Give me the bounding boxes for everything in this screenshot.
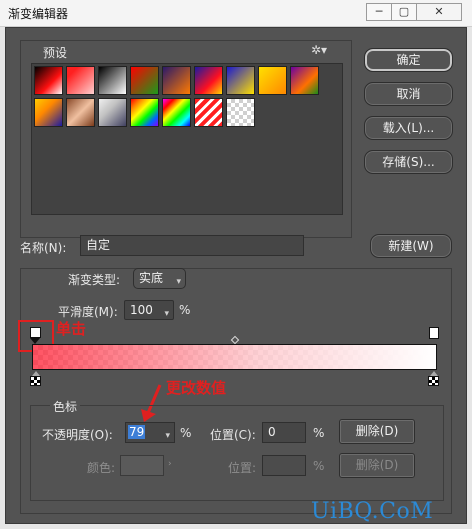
- color-location-unit: %: [313, 459, 325, 473]
- gradient-type-value: 实底: [139, 271, 164, 285]
- preset-swatch[interactable]: [130, 98, 159, 127]
- opacity-label: 不透明度(O):: [42, 428, 113, 442]
- color-location-label: 位置:: [228, 461, 257, 475]
- window-title: 渐变编辑器: [8, 7, 69, 21]
- title-bar: 渐变编辑器 ─ ▢ ✕: [0, 0, 472, 27]
- gradient-fill: [33, 345, 436, 369]
- preset-swatch[interactable]: [130, 66, 159, 95]
- gradient-editor-dialog: 预设 ✲▾ 确定 取消 载入(L)... 存储(S)... 名称(N): 自定 …: [5, 27, 467, 524]
- presets-menu-gear-icon[interactable]: ✲▾: [311, 43, 327, 57]
- presets-group: 预设 ✲▾: [20, 40, 352, 238]
- opacity-stop-right[interactable]: [429, 327, 439, 339]
- color-label: 颜色:: [87, 461, 116, 475]
- preset-swatch[interactable]: [66, 66, 95, 95]
- chevron-down-icon: ▾: [165, 431, 170, 441]
- opacity-unit: %: [180, 426, 192, 440]
- gradient-type-label: 渐变类型:: [68, 273, 121, 287]
- opacity-stop-left[interactable]: [30, 327, 41, 338]
- gradient-type-select[interactable]: 实底 ▾: [133, 268, 186, 289]
- color-location-input[interactable]: [262, 455, 306, 476]
- opacity-input[interactable]: 79 ▾: [125, 422, 175, 443]
- color-stops-label: 色标: [50, 398, 81, 415]
- smoothness-unit: %: [179, 303, 191, 317]
- smoothness-value: 100: [130, 303, 153, 317]
- color-swatch[interactable]: [120, 455, 164, 476]
- chevron-down-icon: ▾: [176, 277, 181, 287]
- maximize-icon[interactable]: ▢: [391, 3, 417, 21]
- annotation-change-value: 更改数值: [166, 379, 227, 397]
- preset-swatch[interactable]: [226, 98, 255, 127]
- watermark-logo: UiBQ.CoM: [311, 499, 434, 524]
- preset-swatch[interactable]: [194, 66, 223, 95]
- annotation-click: 单击: [56, 320, 87, 338]
- name-input[interactable]: 自定: [80, 235, 304, 256]
- preset-swatch[interactable]: [98, 66, 127, 95]
- preset-swatch[interactable]: [34, 66, 63, 95]
- smoothness-input[interactable]: 100 ▾: [124, 300, 174, 320]
- delete-color-stop-button[interactable]: 删除(D): [339, 453, 415, 478]
- location-label: 位置(C):: [210, 428, 256, 442]
- preset-swatch[interactable]: [194, 98, 223, 127]
- color-stop-left[interactable]: [30, 376, 41, 386]
- ok-button[interactable]: 确定: [364, 48, 453, 72]
- preset-swatch[interactable]: [162, 66, 191, 95]
- preset-swatch[interactable]: [66, 98, 95, 127]
- color-stop-right[interactable]: [428, 376, 439, 386]
- presets-swatch-area: [31, 63, 343, 215]
- preset-swatch[interactable]: [98, 98, 127, 127]
- preset-swatch[interactable]: [258, 66, 287, 95]
- close-icon[interactable]: ✕: [416, 3, 462, 21]
- gradient-preview-bar[interactable]: [32, 344, 437, 370]
- name-label: 名称(N):: [20, 241, 67, 255]
- location-unit: %: [313, 426, 325, 440]
- chevron-down-icon: ▾: [164, 309, 169, 319]
- preset-swatch[interactable]: [162, 98, 191, 127]
- save-button[interactable]: 存储(S)...: [364, 150, 453, 174]
- load-button[interactable]: 载入(L)...: [364, 116, 453, 140]
- preset-swatch[interactable]: [290, 66, 319, 95]
- delete-opacity-stop-button[interactable]: 删除(D): [339, 419, 415, 444]
- presets-label: 预设: [43, 46, 68, 60]
- preset-swatch[interactable]: [226, 66, 255, 95]
- chevron-right-icon: ›: [168, 459, 172, 469]
- new-button[interactable]: 新建(W): [370, 234, 452, 258]
- minimize-icon[interactable]: ─: [366, 3, 392, 21]
- opacity-value-selected: 79: [128, 425, 146, 439]
- preset-swatch[interactable]: [34, 98, 63, 127]
- cancel-button[interactable]: 取消: [364, 82, 453, 106]
- location-input[interactable]: 0: [262, 422, 306, 443]
